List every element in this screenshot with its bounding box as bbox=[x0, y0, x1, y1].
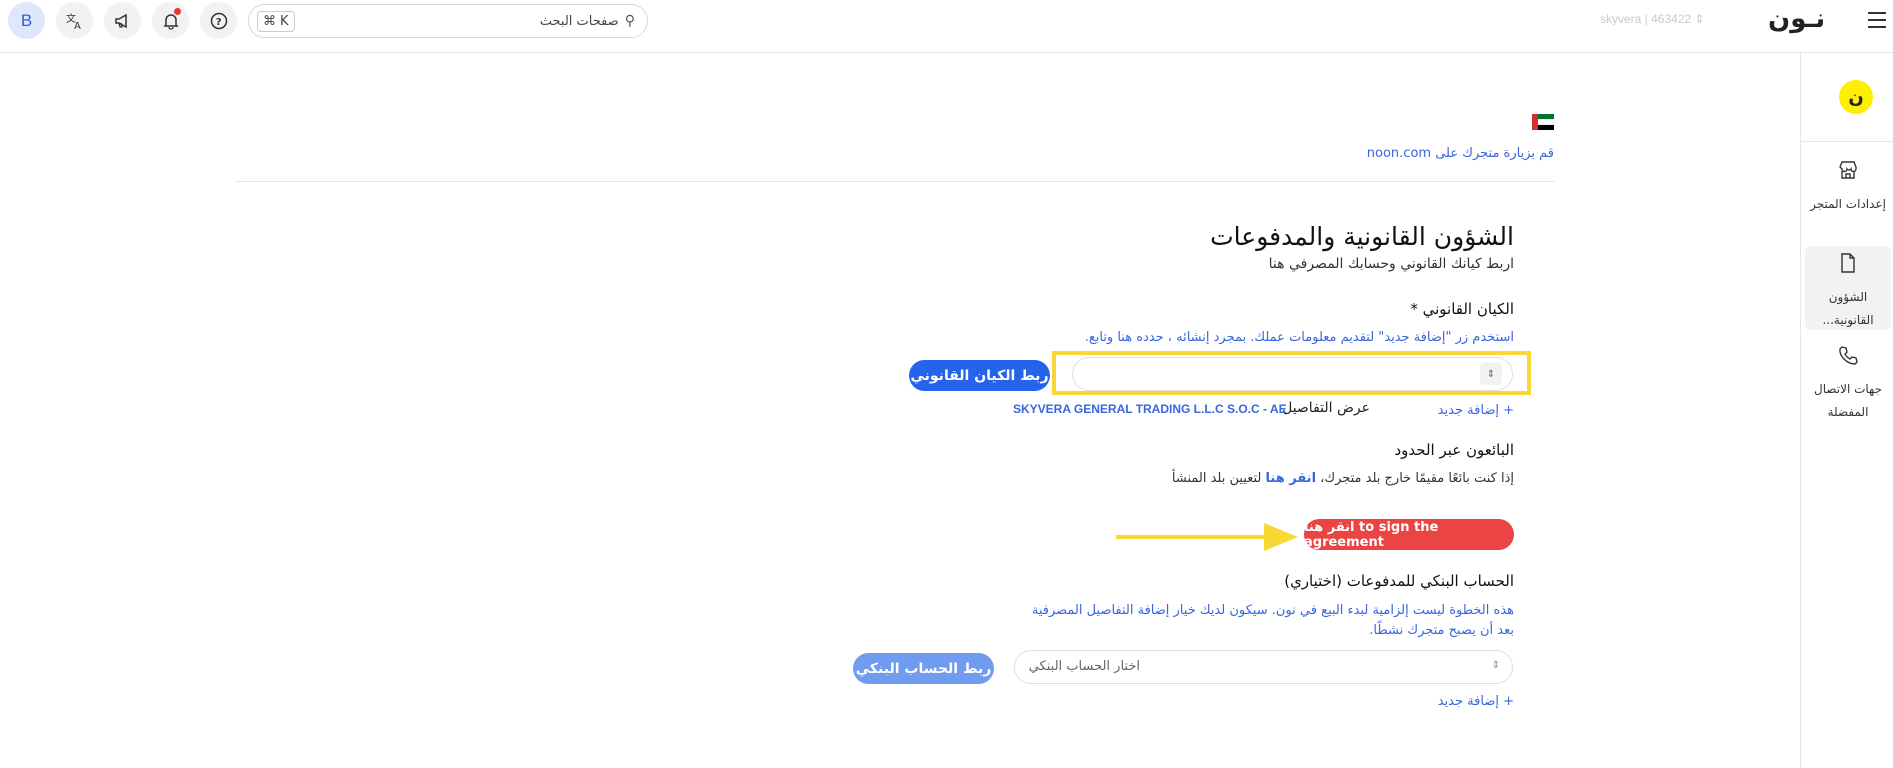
chevron-updown-icon: ⇕ bbox=[1491, 660, 1500, 671]
yellow-arrow-annotation bbox=[1116, 523, 1298, 551]
megaphone-icon-glyph bbox=[114, 13, 127, 28]
sign-agreement-button[interactable]: انقر هنا to sign the agreement bbox=[1304, 519, 1514, 550]
link-legal-entity-button[interactable]: ربط الكيان القانوني bbox=[909, 360, 1050, 391]
sidebar: ن إعدادات المتجر الشؤون القانونية... جها… bbox=[1800, 53, 1893, 768]
divider bbox=[235, 181, 1555, 182]
bank-account-label: الحساب البنكي للمدفوعات (اختياري) bbox=[1284, 572, 1514, 590]
avatar-letter: B bbox=[20, 10, 33, 30]
help-icon-glyph: ? bbox=[210, 12, 227, 29]
sidebar-item-legal[interactable]: الشؤون القانونية... bbox=[1805, 246, 1891, 330]
noon-logo[interactable]: نـون bbox=[1768, 4, 1825, 34]
cross-border-text-after: لتعيين بلد المنشأ bbox=[1171, 471, 1266, 486]
cross-border-label: البائعون عبر الحدود bbox=[1394, 441, 1514, 459]
translate-icon-glyph: 文A bbox=[66, 12, 81, 31]
shortcut-hint: K ⌘ bbox=[257, 11, 295, 32]
store-switcher-label: skyvera | 463422 bbox=[1600, 12, 1692, 26]
link-bank-account-button[interactable]: ربط الحساب البنكي bbox=[853, 653, 994, 684]
page-subtitle: اربط كيانك القانوني وحسابك المصرفي هنا bbox=[1268, 256, 1514, 272]
command-icon: ⌘ bbox=[263, 14, 276, 29]
cross-border-text-before: إذا كنت بائعًا مقيمًا خارج بلد متجرك، bbox=[1316, 471, 1514, 486]
legal-entity-select[interactable]: ⇕ bbox=[1072, 357, 1513, 391]
bank-account-placeholder: اختار الحساب البنكي bbox=[1028, 659, 1140, 674]
click-here-link[interactable]: انقر هنا bbox=[1266, 471, 1317, 486]
svg-text:A: A bbox=[74, 21, 81, 31]
page-title: الشؤون القانونية والمدفوعات bbox=[1210, 222, 1514, 251]
phone-icon bbox=[1805, 344, 1891, 374]
cross-border-text: إذا كنت بائعًا مقيمًا خارج بلد متجرك، ان… bbox=[1000, 471, 1514, 486]
top-bar: B 文A ? ⚲ K ⌘ skyvera | 463422 ⇕ نـون bbox=[0, 0, 1893, 53]
search-input[interactable] bbox=[261, 13, 619, 29]
notification-dot bbox=[174, 8, 181, 15]
sidebar-item-label: إعدادات المتجر bbox=[1810, 197, 1886, 211]
bank-hint-line-2: بعد أن يصبح متجرك نشطًا. bbox=[1369, 623, 1514, 638]
store-icon bbox=[1805, 159, 1891, 189]
shortcut-key: K bbox=[280, 14, 289, 29]
noon-yellow-logo[interactable]: ن bbox=[1839, 80, 1873, 114]
legal-entity-label: الكيان القانوني * bbox=[1410, 300, 1514, 318]
search-icon: ⚲ bbox=[624, 13, 635, 29]
sidebar-item-store-settings[interactable]: إعدادات المتجر bbox=[1805, 153, 1891, 216]
company-name[interactable]: SKYVERA GENERAL TRADING L.L.C S.O.C - AE bbox=[1013, 402, 1287, 416]
logo-glyph: ن bbox=[1848, 86, 1864, 108]
translate-icon[interactable]: 文A bbox=[56, 2, 93, 39]
store-name-box bbox=[1330, 104, 1555, 142]
chevron-updown-icon: ⇕ bbox=[1480, 363, 1502, 385]
add-new-bank-account-link[interactable]: + إضافة جديد bbox=[1330, 694, 1514, 709]
sidebar-item-label: الشؤون القانونية... bbox=[1822, 290, 1874, 327]
legal-entity-hint: استخدم زر "إضافة جديد" لتقديم معلومات عم… bbox=[1084, 330, 1514, 345]
avatar[interactable]: B bbox=[8, 2, 45, 39]
divider bbox=[1801, 141, 1893, 142]
bank-account-hint: هذه الخطوة ليست إلزامية لبدء البيع في نو… bbox=[1000, 601, 1514, 641]
uae-flag-icon bbox=[1532, 114, 1554, 131]
help-icon[interactable]: ? bbox=[200, 2, 237, 39]
sidebar-item-label: جهات الاتصال المفضلة bbox=[1813, 382, 1882, 419]
bell-icon[interactable] bbox=[152, 2, 189, 39]
bank-account-select[interactable]: ⇕ اختار الحساب البنكي bbox=[1014, 650, 1513, 684]
bank-hint-line-1: هذه الخطوة ليست إلزامية لبدء البيع في نو… bbox=[1031, 603, 1514, 618]
menu-icon[interactable] bbox=[1868, 12, 1886, 28]
sidebar-item-contacts[interactable]: جهات الاتصال المفضلة bbox=[1805, 338, 1891, 424]
megaphone-icon[interactable] bbox=[104, 2, 141, 39]
document-icon bbox=[1805, 252, 1891, 282]
svg-text:?: ? bbox=[215, 17, 221, 28]
search-bar[interactable]: ⚲ K ⌘ bbox=[248, 4, 648, 38]
store-switcher[interactable]: skyvera | 463422 ⇕ bbox=[1600, 12, 1705, 26]
chevron-updown-icon: ⇕ bbox=[1694, 12, 1705, 26]
visit-store-link[interactable]: قم بزيارة متجرك على noon.com bbox=[1300, 146, 1554, 161]
